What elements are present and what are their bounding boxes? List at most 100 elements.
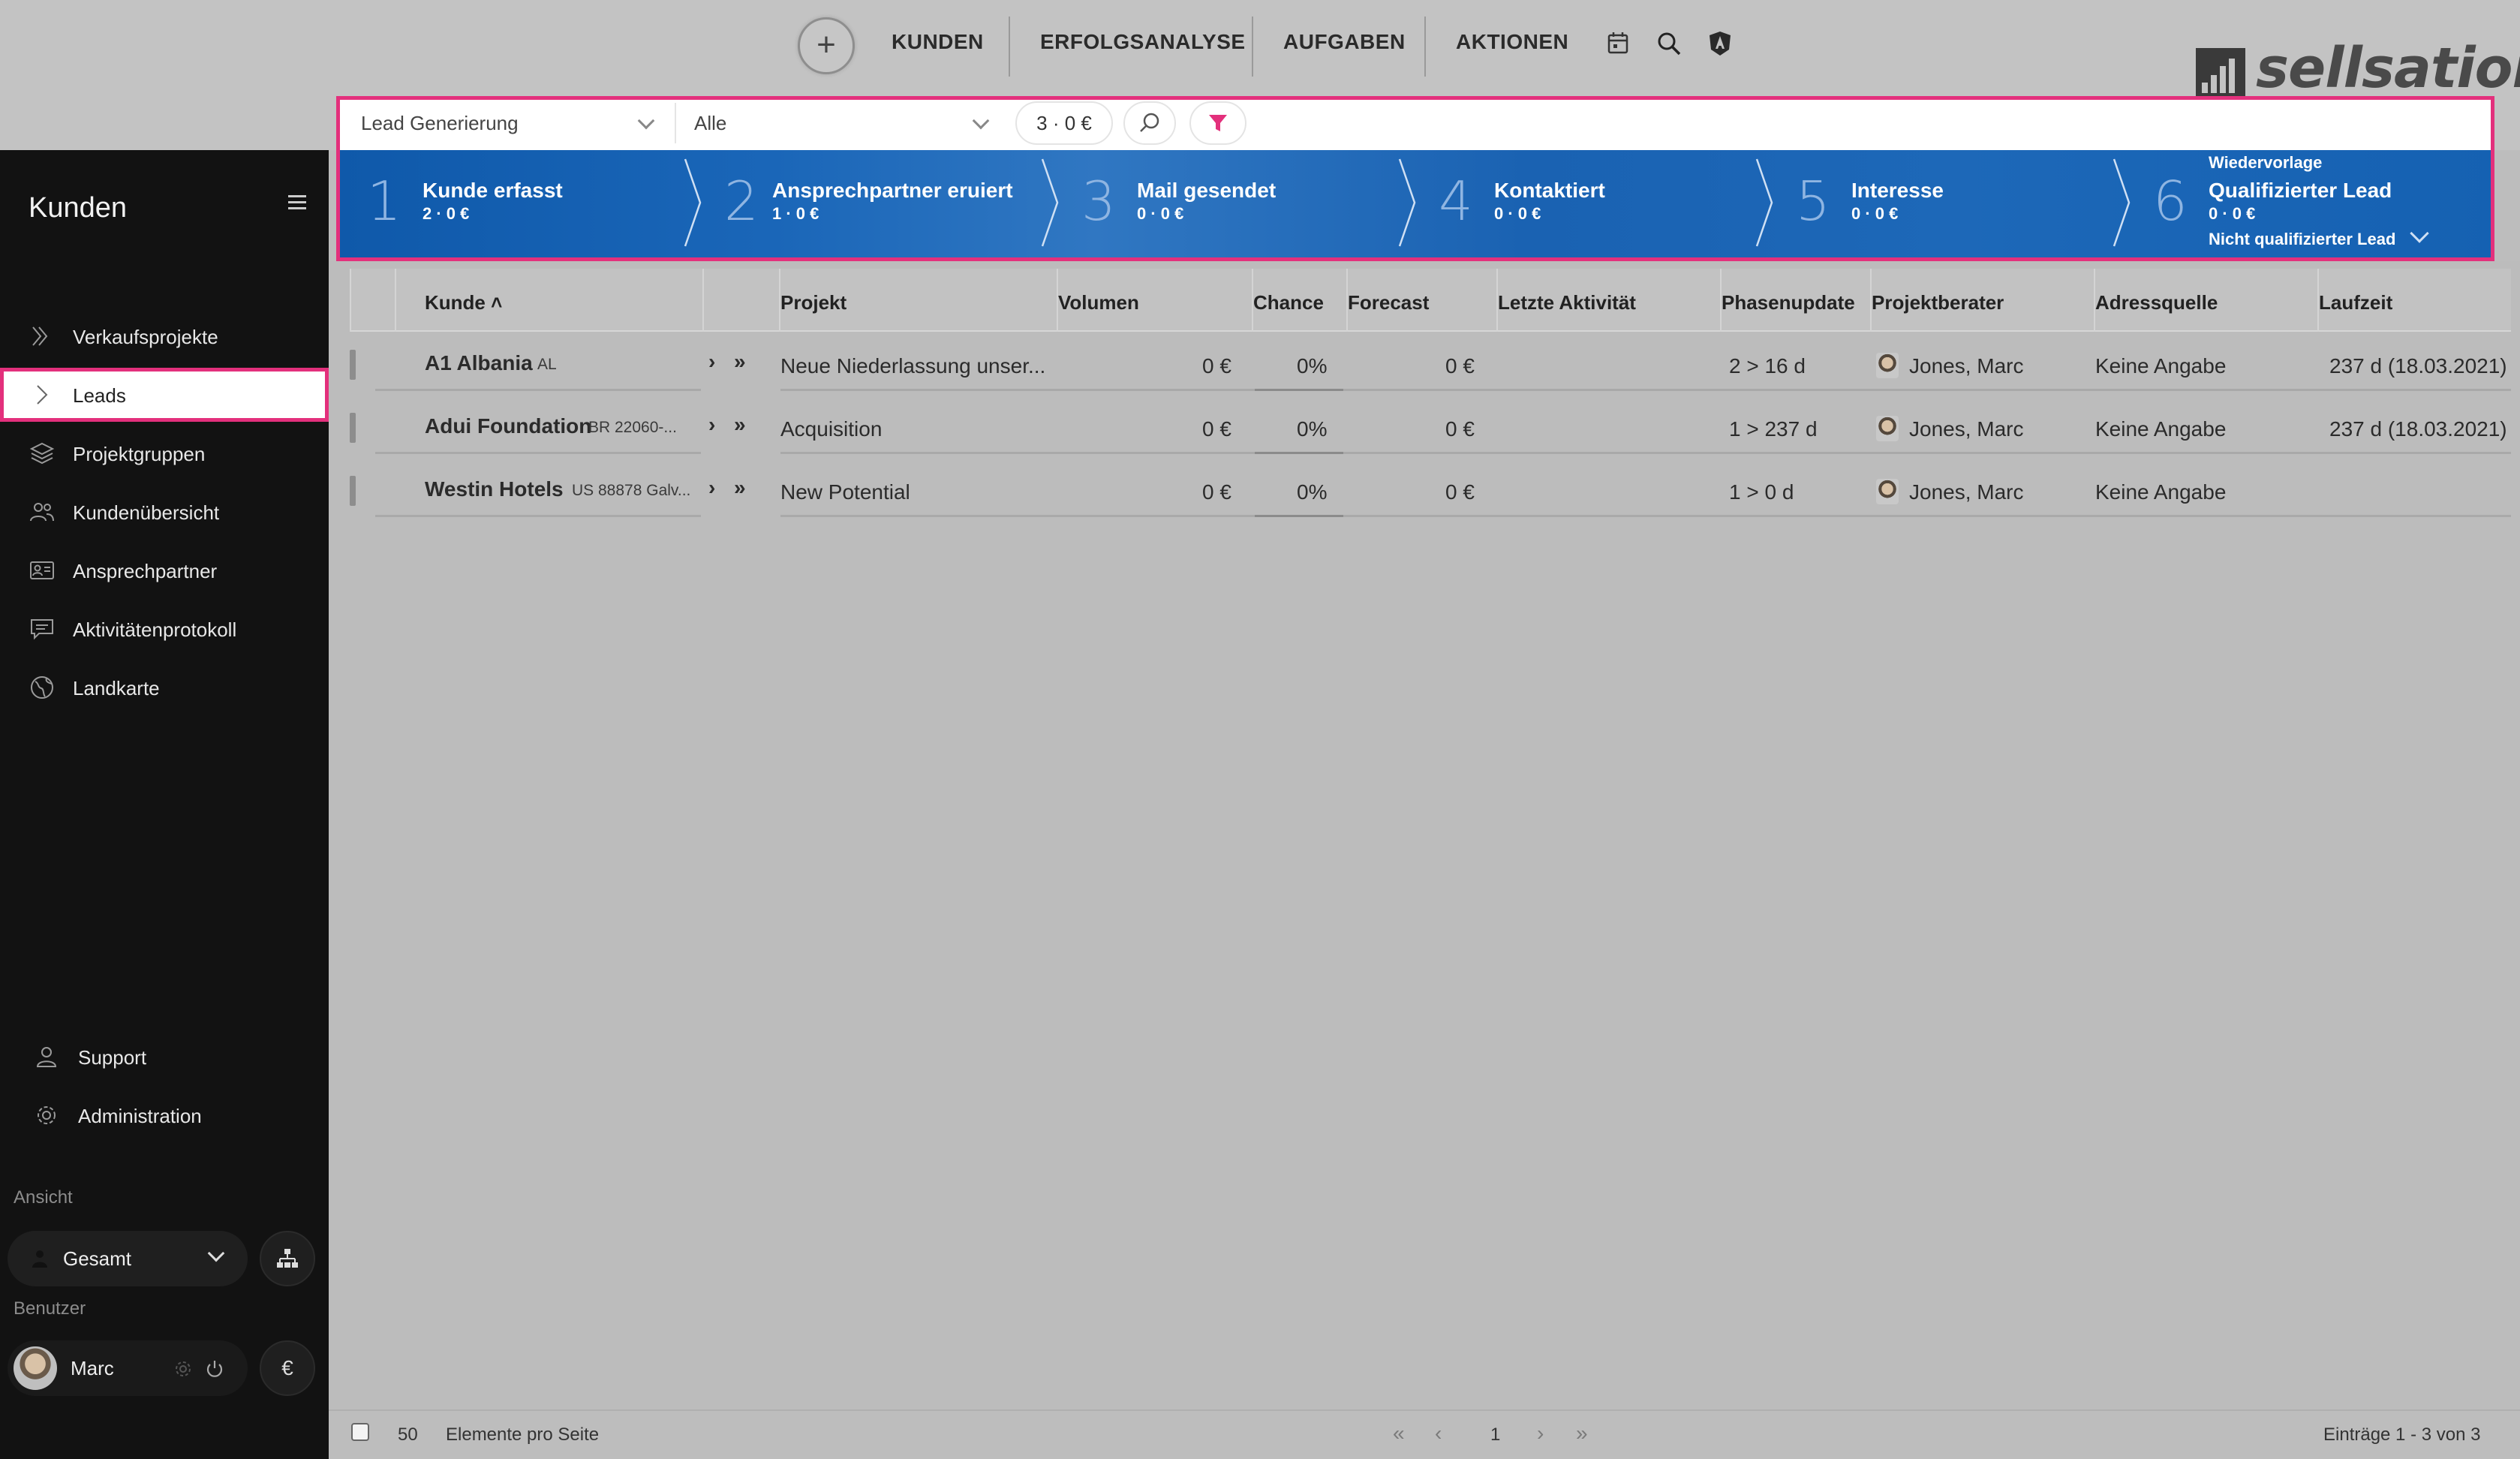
user-pill[interactable]: Marc	[8, 1340, 248, 1396]
sidebar-item-landkarte[interactable]: Landkarte	[0, 660, 329, 714]
filter-bar: Lead Generierung Alle 3 · 0 €	[336, 96, 2494, 150]
search-icon[interactable]	[1654, 29, 1684, 59]
avatar	[14, 1346, 57, 1390]
nav-aktionen[interactable]: AKTIONEN	[1456, 30, 1568, 54]
nav-aufgaben[interactable]: AUFGABEN	[1283, 30, 1406, 54]
sidebar-item-leads[interactable]: Leads	[0, 368, 329, 422]
view-label: Ansicht	[14, 1187, 73, 1208]
chevron-down-icon[interactable]	[2410, 224, 2429, 243]
column-projektberater[interactable]: Projektberater	[1872, 291, 2004, 314]
menu-icon[interactable]	[288, 195, 306, 210]
cell-projekt[interactable]: New Potential	[780, 480, 910, 504]
cell-projektberater[interactable]: Jones, Marc	[1909, 480, 2024, 504]
column-adressquelle[interactable]: Adressquelle	[2095, 291, 2218, 314]
user-icon	[36, 1047, 57, 1067]
cell-volumen: 0 €	[1202, 354, 1231, 378]
next-page-icon[interactable]: ›	[1537, 1421, 1544, 1445]
table-row[interactable]: Westin Hotels US 88878 Galv... › » New P…	[350, 465, 2511, 528]
nav-erfolgsanalyse[interactable]: ERFOLGSANALYSE	[1040, 30, 1246, 54]
sidebar-item-kundenuebersicht[interactable]: Kundenübersicht	[0, 485, 329, 539]
last-page-icon[interactable]: »	[1576, 1421, 1588, 1445]
nav-kunden[interactable]: KUNDEN	[892, 30, 984, 54]
hierarchy-button[interactable]	[260, 1231, 315, 1286]
pipeline-select[interactable]: Lead Generierung	[361, 100, 667, 146]
nav-divider	[1252, 17, 1253, 77]
sidebar-item-aktivitaetenprotokoll[interactable]: Aktivitätenprotokoll	[0, 602, 329, 656]
cell-laufzeit: 237 d (18.03.2021)	[2329, 354, 2507, 378]
cell-adressquelle: Keine Angabe	[2095, 354, 2227, 378]
phase-3[interactable]: 3 Mail gesendet 0 · 0 €	[1054, 150, 1416, 257]
cell-chance[interactable]: 0%	[1297, 417, 1327, 441]
page-size[interactable]: 50	[398, 1424, 418, 1445]
phase-label: Qualifizierter Lead	[2209, 179, 2392, 202]
cell-kunde-code: US 88878 Galv...	[572, 482, 691, 499]
column-forecast[interactable]: Forecast	[1348, 291, 1429, 314]
column-laufzeit[interactable]: Laufzeit	[2319, 291, 2392, 314]
phase-label: Kontaktiert	[1494, 179, 1605, 202]
sidebar-item-administration[interactable]: Administration	[0, 1088, 329, 1142]
phase-count: 0 · 0 €	[1851, 204, 1899, 223]
layers-icon	[29, 442, 55, 465]
column-phasenupdate[interactable]: Phasenupdate	[1722, 291, 1855, 314]
table-row[interactable]: Adui Foundation BR 22060-... › » Acquisi…	[350, 402, 2511, 465]
phase-4[interactable]: 4 Kontaktiert 0 · 0 €	[1412, 150, 1773, 257]
pagination-footer: 50 Elemente pro Seite « ‹ 1 › » Einträge…	[329, 1409, 2520, 1459]
column-volumen[interactable]: Volumen	[1058, 291, 1139, 314]
sidebar-item-support[interactable]: Support	[0, 1030, 329, 1084]
double-chevron-icon[interactable]: »	[734, 413, 746, 437]
view-select[interactable]: Gesamt	[8, 1231, 248, 1286]
shield-icon[interactable]	[1705, 29, 1735, 59]
cell-kunde[interactable]: Adui Foundation	[425, 414, 591, 438]
prev-page-icon[interactable]: ‹	[1435, 1421, 1442, 1445]
cell-projekt[interactable]: Neue Niederlassung unser...	[780, 354, 1045, 378]
column-letzte-aktivitaet[interactable]: Letzte Aktivität	[1498, 291, 1636, 314]
chevron-down-icon	[637, 112, 655, 130]
first-page-icon[interactable]: «	[1393, 1421, 1405, 1445]
cell-projektberater[interactable]: Jones, Marc	[1909, 417, 2024, 441]
column-kunde[interactable]: Kunde ˄	[425, 291, 502, 314]
sidebar-item-verkaufsprojekte[interactable]: Verkaufsprojekte	[0, 309, 329, 363]
double-chevron-icon	[32, 326, 48, 346]
phase-below-label[interactable]: Nicht qualifizierter Lead	[2209, 230, 2395, 249]
chevron-down-icon	[972, 112, 990, 130]
cell-volumen: 0 €	[1202, 417, 1231, 441]
gear-icon[interactable]	[173, 1358, 194, 1379]
chevron-right-icon[interactable]: ›	[708, 350, 715, 374]
phase-2[interactable]: 2 Ansprechpartner eruiert 1 · 0 €	[697, 150, 1059, 257]
cell-chance[interactable]: 0%	[1297, 354, 1327, 378]
cell-phasenupdate: 2 > 16 d	[1729, 354, 1806, 378]
add-button[interactable]: +	[798, 17, 855, 74]
sidebar-item-ansprechpartner[interactable]: Ansprechpartner	[0, 543, 329, 597]
sidebar-item-projektgruppen[interactable]: Projektgruppen	[0, 426, 329, 480]
user-name: Marc	[71, 1357, 114, 1379]
column-chance[interactable]: Chance	[1253, 291, 1324, 314]
currency-button[interactable]: €	[260, 1340, 315, 1396]
chevron-right-icon[interactable]: ›	[708, 413, 715, 437]
cell-projekt[interactable]: Acquisition	[780, 417, 882, 441]
sidebar-title: Kunden	[29, 192, 128, 224]
phase-label: Kunde erfasst	[423, 179, 563, 202]
filter-button[interactable]	[1189, 101, 1246, 145]
phase-above-label[interactable]: Wiedervorlage	[2209, 153, 2322, 173]
double-chevron-icon[interactable]: »	[734, 350, 746, 374]
phase-1[interactable]: 1 Kunde erfasst 2 · 0 €	[340, 150, 702, 257]
search-button[interactable]	[1123, 101, 1176, 145]
view-select-value: Gesamt	[63, 1247, 132, 1270]
phase-5[interactable]: 5 Interesse 0 · 0 €	[1769, 150, 2131, 257]
select-all-checkbox[interactable]	[351, 1423, 369, 1441]
column-projekt[interactable]: Projekt	[780, 291, 847, 314]
phase-count: 1 · 0 €	[772, 204, 819, 223]
chat-icon	[31, 619, 53, 640]
cell-kunde[interactable]: Westin Hotels	[425, 477, 564, 501]
calendar-icon[interactable]	[1603, 29, 1633, 59]
scope-select[interactable]: Alle	[694, 100, 1002, 146]
phase-6[interactable]: 6 Wiedervorlage Qualifizierter Lead 0 · …	[2126, 150, 2491, 257]
cell-projektberater[interactable]: Jones, Marc	[1909, 354, 2024, 378]
cell-chance[interactable]: 0%	[1297, 480, 1327, 504]
power-icon[interactable]	[204, 1358, 225, 1379]
chevron-right-icon[interactable]: ›	[708, 476, 715, 500]
table-row[interactable]: A1 Albania AL › » Neue Niederlassung uns…	[350, 339, 2511, 402]
chevron-right-icon	[37, 385, 48, 405]
double-chevron-icon[interactable]: »	[734, 476, 746, 500]
cell-kunde[interactable]: A1 Albania	[425, 351, 533, 375]
